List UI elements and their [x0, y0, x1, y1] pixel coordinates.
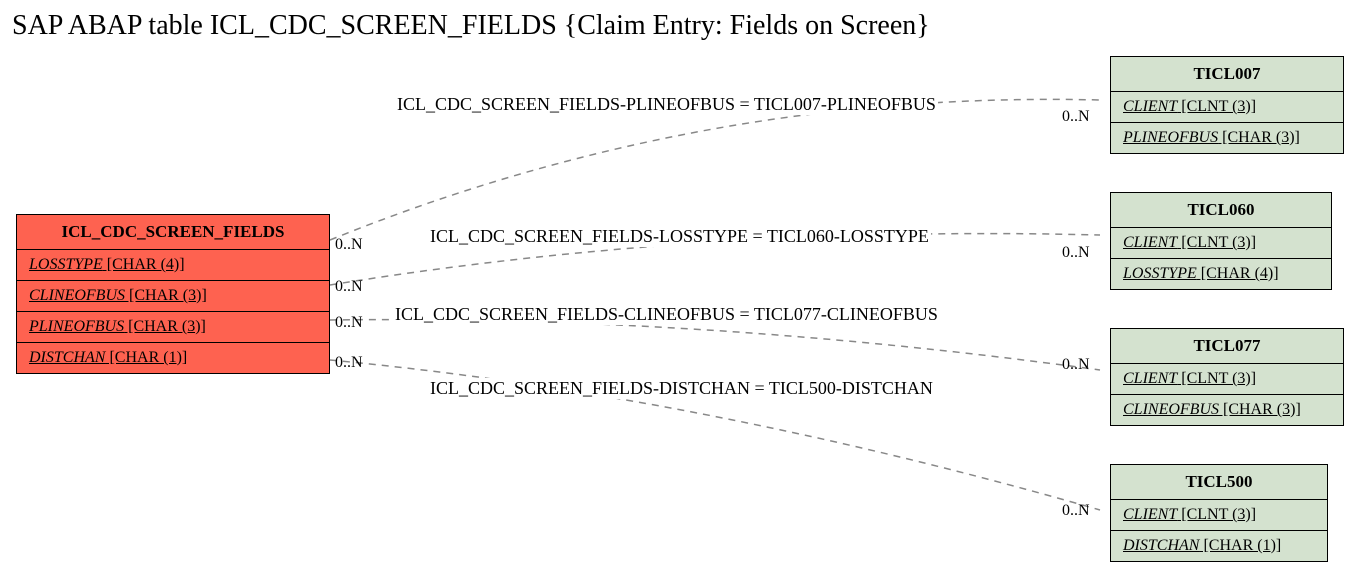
- field-row: CLINEOFBUS [CHAR (3)]: [17, 281, 329, 312]
- field-row: DISTCHAN [CHAR (1)]: [1111, 531, 1327, 561]
- field-row: CLINEOFBUS [CHAR (3)]: [1111, 395, 1343, 425]
- field-row: PLINEOFBUS [CHAR (3)]: [17, 312, 329, 343]
- cardinality-label: 0..N: [335, 278, 363, 296]
- entity-ticl500: TICL500 CLIENT [CLNT (3)] DISTCHAN [CHAR…: [1110, 464, 1328, 562]
- relation-label: ICL_CDC_SCREEN_FIELDS-CLINEOFBUS = TICL0…: [393, 304, 940, 325]
- entity-ticl007: TICL007 CLIENT [CLNT (3)] PLINEOFBUS [CH…: [1110, 56, 1344, 154]
- cardinality-label: 0..N: [335, 236, 363, 254]
- relation-label: ICL_CDC_SCREEN_FIELDS-PLINEOFBUS = TICL0…: [395, 94, 938, 115]
- cardinality-label: 0..N: [1062, 108, 1090, 126]
- entity-ticl077: TICL077 CLIENT [CLNT (3)] CLINEOFBUS [CH…: [1110, 328, 1344, 426]
- entity-header: TICL060: [1111, 193, 1331, 228]
- field-row: CLIENT [CLNT (3)]: [1111, 228, 1331, 259]
- field-row: CLIENT [CLNT (3)]: [1111, 92, 1343, 123]
- cardinality-label: 0..N: [1062, 244, 1090, 262]
- field-row: LOSSTYPE [CHAR (4)]: [1111, 259, 1331, 289]
- cardinality-label: 0..N: [335, 314, 363, 332]
- field-row: CLIENT [CLNT (3)]: [1111, 364, 1343, 395]
- field-row: DISTCHAN [CHAR (1)]: [17, 343, 329, 373]
- entity-icl-cdc-screen-fields: ICL_CDC_SCREEN_FIELDS LOSSTYPE [CHAR (4)…: [16, 214, 330, 374]
- entity-header: TICL007: [1111, 57, 1343, 92]
- field-row: LOSSTYPE [CHAR (4)]: [17, 250, 329, 281]
- relation-label: ICL_CDC_SCREEN_FIELDS-DISTCHAN = TICL500…: [428, 378, 935, 399]
- entity-header: TICL077: [1111, 329, 1343, 364]
- cardinality-label: 0..N: [1062, 356, 1090, 374]
- field-row: PLINEOFBUS [CHAR (3)]: [1111, 123, 1343, 153]
- entity-header: ICL_CDC_SCREEN_FIELDS: [17, 215, 329, 250]
- cardinality-label: 0..N: [1062, 502, 1090, 520]
- entity-ticl060: TICL060 CLIENT [CLNT (3)] LOSSTYPE [CHAR…: [1110, 192, 1332, 290]
- relation-label: ICL_CDC_SCREEN_FIELDS-LOSSTYPE = TICL060…: [428, 226, 931, 247]
- entity-header: TICL500: [1111, 465, 1327, 500]
- cardinality-label: 0..N: [335, 354, 363, 372]
- field-row: CLIENT [CLNT (3)]: [1111, 500, 1327, 531]
